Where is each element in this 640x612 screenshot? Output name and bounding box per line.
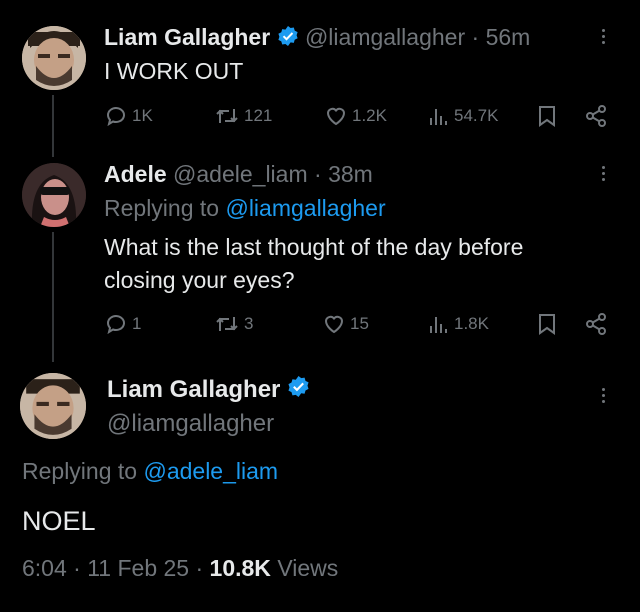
replying-to: Replying to @adele_liam [22, 456, 278, 486]
share-button[interactable] [584, 104, 608, 128]
more-icon[interactable] [600, 163, 606, 184]
share-icon [586, 105, 606, 127]
avatar[interactable] [22, 26, 86, 90]
retweet-icon [216, 317, 238, 331]
reply-button[interactable]: 1K [104, 104, 153, 128]
replying-to-link[interactable]: @adele_liam [143, 458, 278, 484]
author-handle[interactable]: @liamgallagher [107, 408, 310, 439]
tweet-text-line: What is the last thought of the day befo… [104, 234, 524, 260]
tweet-meta: 6:04 · 11 Feb 25 · 10.8K Views [22, 553, 338, 583]
like-icon [324, 315, 344, 334]
focus-author: Liam Gallagher @liamgallagher [107, 374, 310, 439]
views-count: 54.7K [454, 106, 499, 125]
bookmark-icon [539, 106, 555, 127]
share-icon [586, 313, 606, 335]
reply-count: 1K [132, 106, 153, 125]
views-icon [430, 317, 447, 333]
tweet-time[interactable]: 38m [328, 161, 373, 187]
avatar[interactable] [22, 163, 86, 227]
bookmark-button[interactable] [537, 104, 557, 128]
separator: · [471, 24, 480, 50]
views-count: 1.8K [454, 314, 489, 333]
author-name[interactable]: Liam Gallagher [104, 24, 270, 50]
replying-prefix: Replying to [104, 195, 220, 221]
retweet-button[interactable]: 121 [214, 104, 272, 128]
views-button[interactable]: 1.8K [428, 312, 489, 336]
like-button[interactable]: 1.2K [324, 104, 387, 128]
author-handle[interactable]: @adele_liam [173, 161, 308, 187]
verified-badge-icon [287, 375, 310, 406]
verified-badge-icon [277, 24, 299, 54]
like-icon [326, 107, 346, 126]
replying-prefix: Replying to [22, 458, 138, 484]
tweet-text: I WORK OUT [104, 58, 244, 84]
tweet-time[interactable]: 56m [486, 24, 531, 50]
retweet-count: 3 [244, 314, 254, 333]
replying-to-link[interactable]: @liamgallagher [225, 195, 385, 221]
reply-icon [106, 107, 125, 127]
author-handle[interactable]: @liamgallagher [305, 24, 465, 50]
bookmark-icon [539, 314, 555, 335]
like-count: 15 [350, 314, 369, 333]
tweet-text: What is the last thought of the day befo… [104, 231, 523, 297]
more-icon[interactable] [600, 385, 606, 406]
bookmark-button[interactable] [537, 312, 557, 336]
author-name[interactable]: Liam Gallagher [107, 376, 280, 403]
tweet-header: Adele @adele_liam · 38m [104, 159, 373, 189]
thread-line [52, 232, 54, 362]
like-button[interactable]: 15 [322, 312, 369, 336]
replying-to: Replying to @liamgallagher [104, 193, 386, 223]
avatar[interactable] [20, 373, 86, 439]
views-icon [430, 109, 447, 125]
separator: · [195, 555, 204, 581]
tweet-text: NOEL [22, 506, 96, 536]
separator: · [314, 161, 322, 187]
reply-icon [106, 315, 125, 335]
like-count: 1.2K [352, 106, 387, 125]
views-count: 10.8K [209, 555, 271, 581]
tweet-date[interactable]: 11 Feb 25 [87, 555, 189, 581]
reply-button[interactable]: 1 [104, 312, 141, 336]
reply-count: 1 [132, 314, 142, 333]
views-button[interactable]: 54.7K [428, 104, 498, 128]
retweet-icon [216, 109, 238, 123]
retweet-button[interactable]: 3 [214, 312, 253, 336]
retweet-count: 121 [244, 106, 273, 125]
tweet-time[interactable]: 6:04 [22, 555, 67, 581]
author-name[interactable]: Adele [104, 161, 167, 187]
separator: · [73, 555, 81, 581]
thread-line [52, 95, 54, 157]
more-icon[interactable] [600, 26, 606, 47]
tweet-text-line: closing your eyes? [104, 267, 295, 293]
views-label: Views [277, 555, 339, 581]
share-button[interactable] [584, 312, 608, 336]
tweet-header: Liam Gallagher @liamgallagher · 56m [104, 22, 530, 54]
